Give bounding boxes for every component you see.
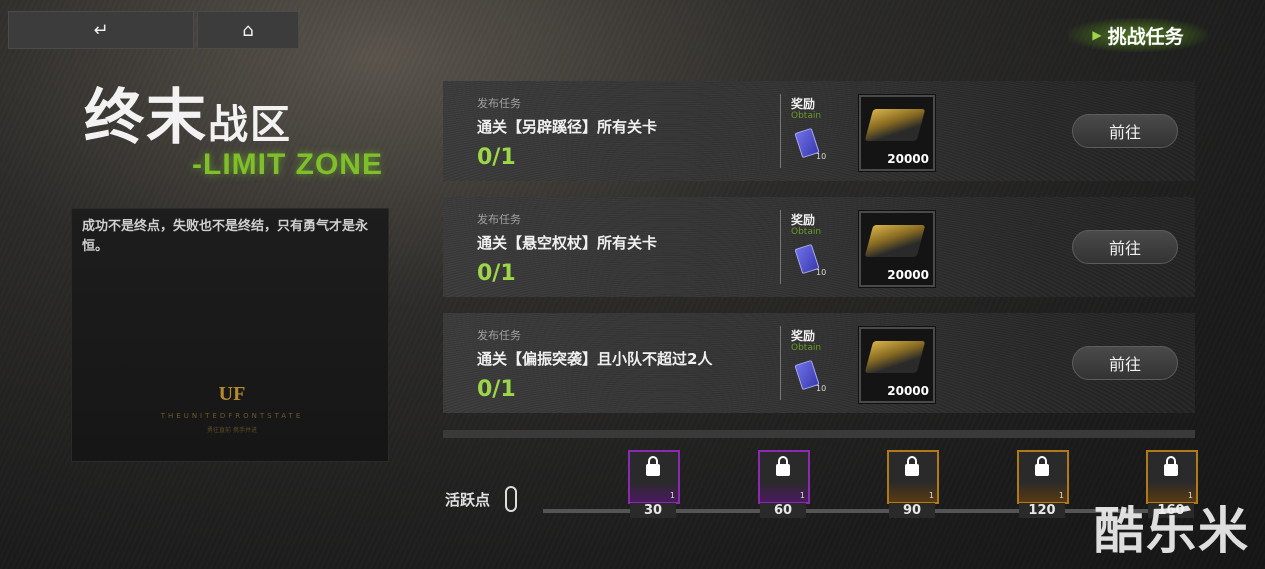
description-panel: 成功不是终点，失败也不是终结，只有勇气才是永恒。 UF THEUNITEDFRO… [71, 208, 389, 462]
milestone-value: 30 [630, 503, 676, 518]
go-button[interactable]: 前往 [1072, 346, 1178, 380]
home-icon: ⌂ [242, 19, 254, 41]
title-sub: 战区 [208, 101, 292, 148]
milestone-reward-box[interactable]: 1 [758, 450, 810, 504]
milestone-count: 1 [1058, 491, 1064, 500]
reward-item[interactable]: 20000 [859, 211, 935, 287]
milestone-reward-box[interactable]: 1 [628, 450, 680, 504]
milestone-count: 1 [669, 491, 675, 500]
reward-qty: 20000 [887, 152, 929, 166]
task-label: 发布任务 [477, 97, 521, 110]
challenge-tasks-tab[interactable]: ▶ 挑战任务 [1068, 18, 1208, 52]
milestone-count: 1 [1187, 491, 1193, 500]
divider [780, 326, 781, 400]
divider [780, 94, 781, 168]
obtain-label: Obtain [791, 227, 822, 237]
logo-tagline: 勇往直前 携手并进 [207, 427, 257, 434]
coin-stack-icon [864, 341, 926, 373]
challenge-tasks-label: 挑战任务 [1107, 25, 1184, 48]
task-name: 通关【悬空权杖】所有关卡 [477, 234, 658, 252]
milestone-count: 1 [928, 491, 934, 500]
uf-logo: UF [218, 382, 246, 405]
activity-label: 活跃点 [445, 491, 491, 509]
ticket-count: 10 [816, 268, 827, 277]
task-label: 发布任务 [477, 213, 521, 226]
title-main: 终末 [84, 83, 208, 153]
obtain-label: Obtain [791, 343, 822, 353]
go-button[interactable]: 前往 [1072, 230, 1178, 264]
lock-icon [1035, 456, 1049, 476]
logo-subtitle: THEUNITEDFRONTSTATE [160, 412, 304, 420]
task-progress: 0/1 [477, 377, 516, 402]
watermark: 酷乐米 [1094, 502, 1250, 560]
reward-item[interactable]: 20000 [859, 327, 935, 403]
lock-icon [905, 456, 919, 476]
milestone-value: 90 [889, 503, 935, 518]
obtain-label: Obtain [791, 111, 822, 121]
back-arrow-icon: ↵ [93, 19, 109, 41]
task-name: 通关【偏振突袭】且小队不超过2人 [477, 350, 713, 368]
task-card: 发布任务 通关【另辟蹊径】所有关卡 0/1 奖励 Obtain 10 20000… [443, 81, 1195, 181]
milestone-reward-box[interactable]: 1 [1017, 450, 1069, 504]
home-button[interactable]: ⌂ [197, 11, 299, 49]
task-progress: 0/1 [477, 145, 516, 170]
task-card: 发布任务 通关【悬空权杖】所有关卡 0/1 奖励 Obtain 10 20000… [443, 197, 1195, 297]
task-card-partial [443, 430, 1195, 438]
lock-icon [646, 456, 660, 476]
task-name: 通关【另辟蹊径】所有关卡 [477, 118, 658, 136]
ticket-count: 10 [816, 152, 827, 161]
triangle-right-icon: ▶ [1092, 28, 1102, 42]
coin-stack-icon [864, 109, 926, 141]
lock-icon [1164, 456, 1178, 476]
back-button[interactable]: ↵ [8, 11, 194, 49]
ticket-count: 10 [816, 384, 827, 393]
milestone-reward-box[interactable]: 1 [887, 450, 939, 504]
reward-label: 奖励 [791, 213, 816, 227]
task-label: 发布任务 [477, 329, 521, 342]
divider [780, 210, 781, 284]
task-progress: 0/1 [477, 261, 516, 286]
activity-icon [505, 486, 517, 512]
milestone-reward-box[interactable]: 1 [1146, 450, 1198, 504]
description-text: 成功不是终点，失败也不是终结，只有勇气才是永恒。 [82, 219, 369, 254]
reward-label: 奖励 [791, 97, 816, 111]
milestone-count: 1 [799, 491, 805, 500]
reward-item[interactable]: 20000 [859, 95, 935, 171]
reward-label: 奖励 [791, 329, 816, 343]
go-button[interactable]: 前往 [1072, 114, 1178, 148]
milestone-value: 60 [760, 503, 806, 518]
task-card: 发布任务 通关【偏振突袭】且小队不超过2人 0/1 奖励 Obtain 10 2… [443, 313, 1195, 413]
page-title: 终末战区 [84, 88, 292, 148]
reward-qty: 20000 [887, 268, 929, 282]
coin-stack-icon [864, 225, 926, 257]
page-subtitle-en: -LIMIT ZONE [192, 148, 383, 181]
reward-qty: 20000 [887, 384, 929, 398]
milestone-value: 120 [1019, 503, 1065, 518]
top-nav: ↵ ⌂ [8, 11, 299, 49]
lock-icon [776, 456, 790, 476]
